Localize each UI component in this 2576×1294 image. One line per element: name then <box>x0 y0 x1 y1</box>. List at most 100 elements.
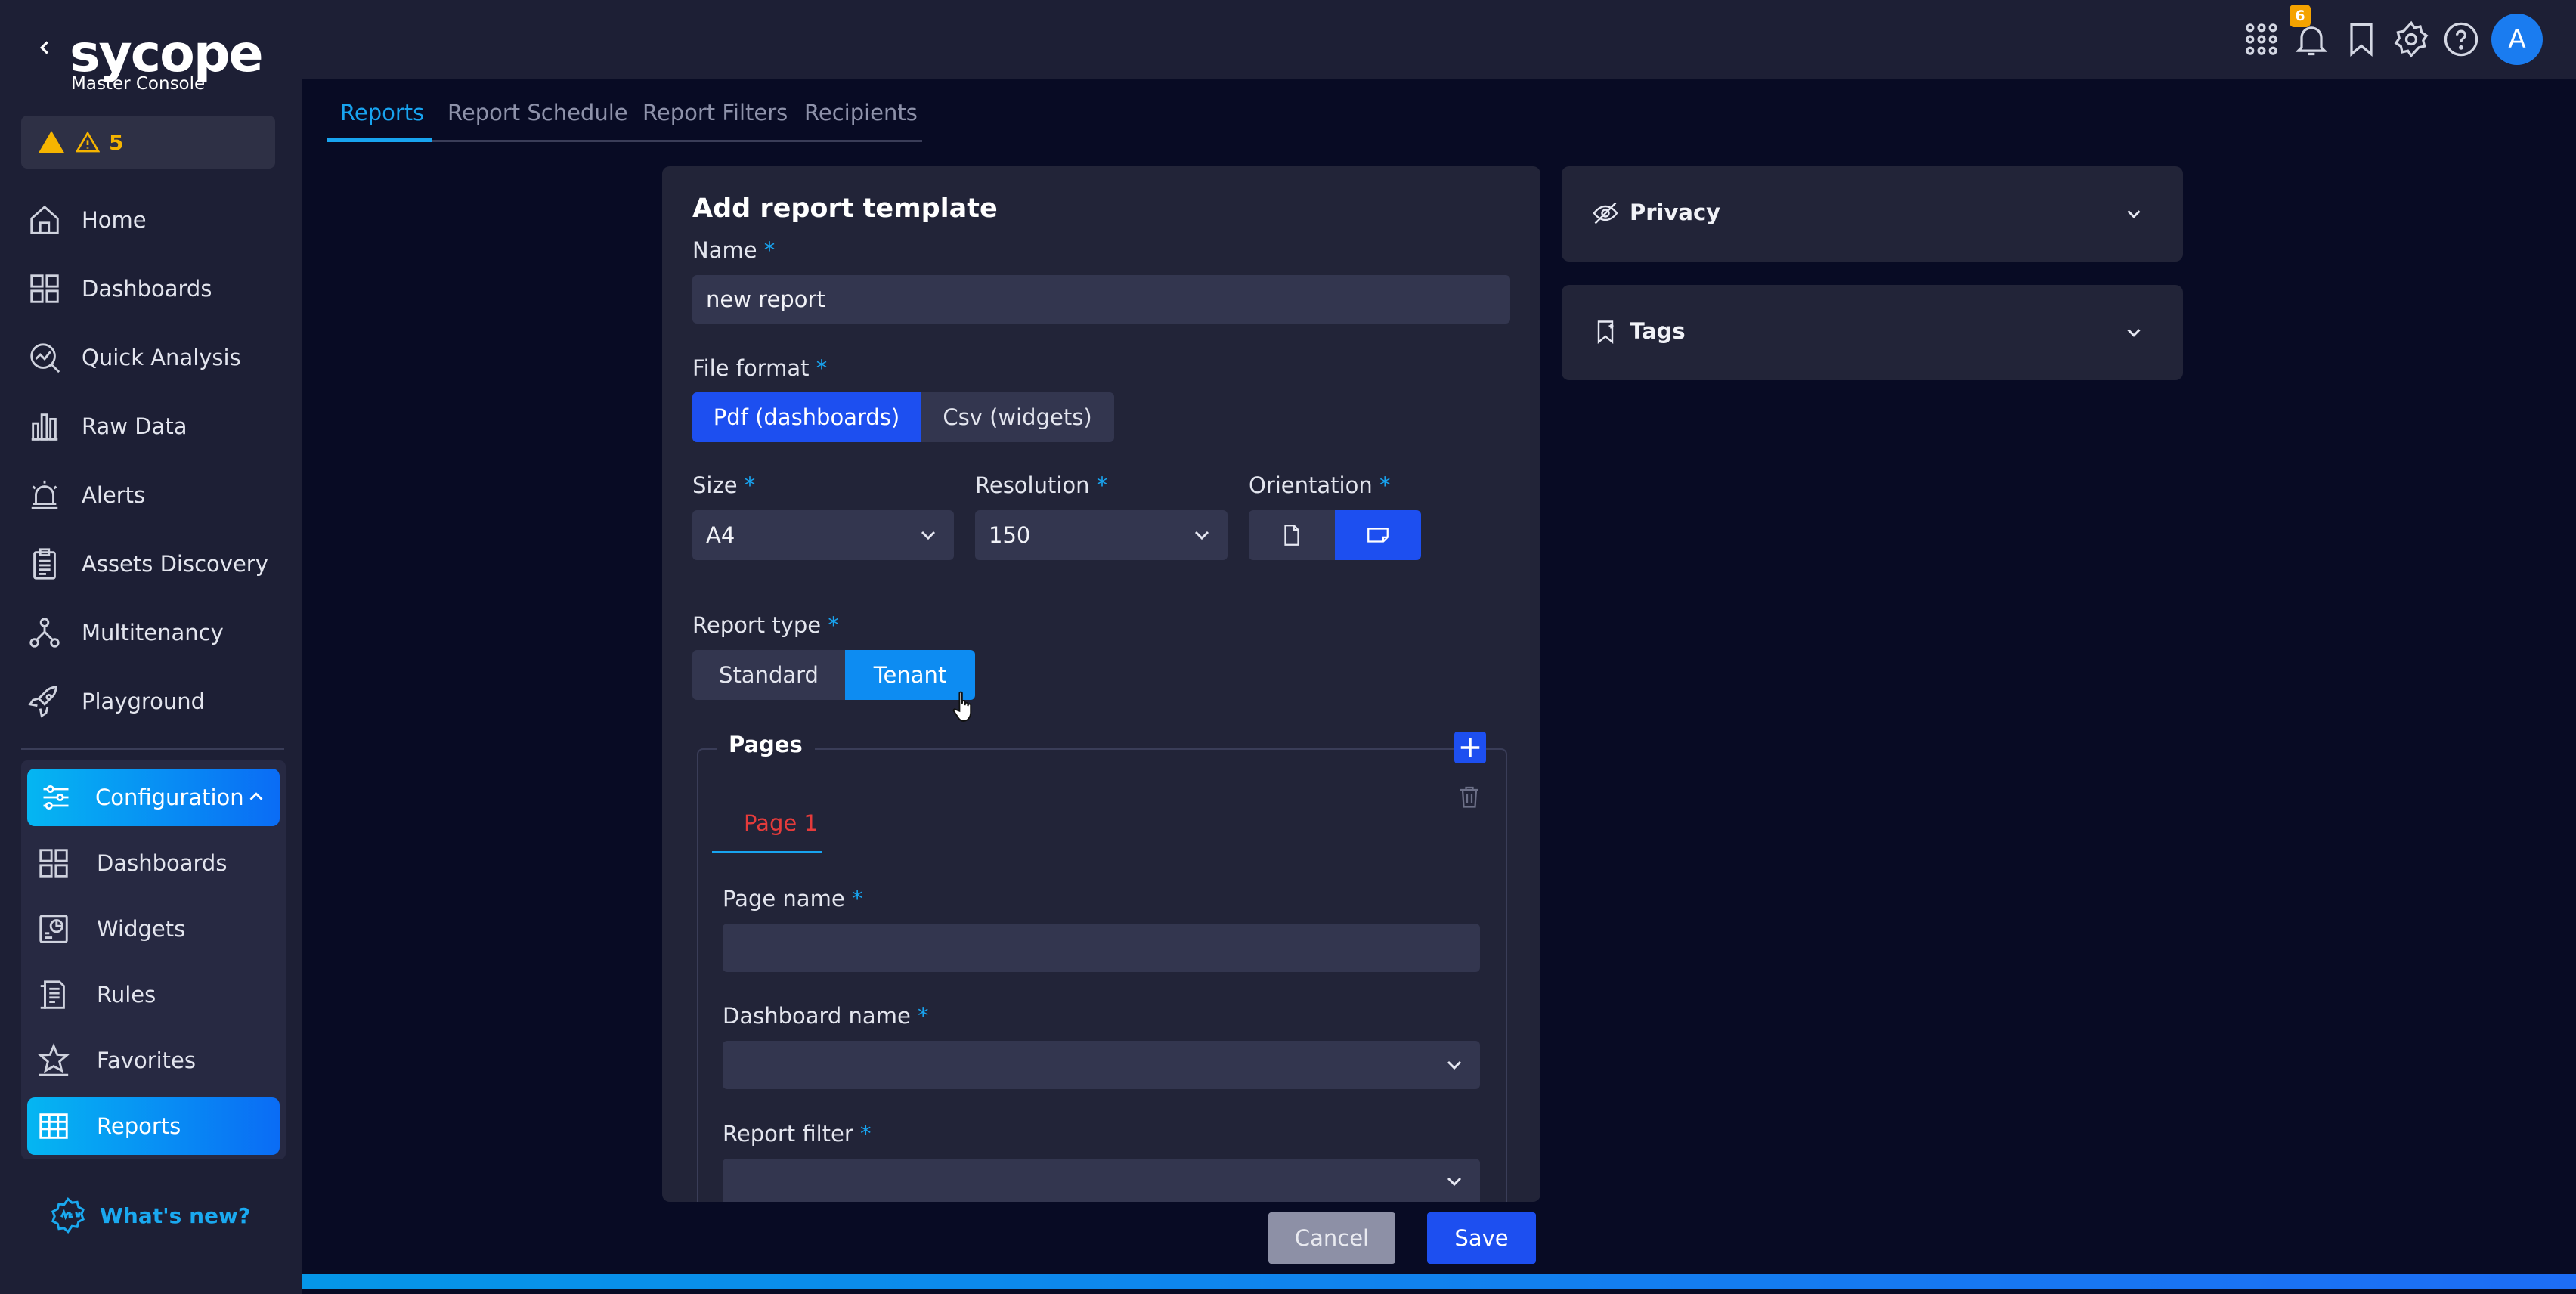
tags-panel[interactable]: Tags <box>1562 285 2183 380</box>
chevron-down-icon <box>2122 321 2145 344</box>
chevron-down-icon <box>916 523 940 547</box>
tab-recipients[interactable]: Recipients <box>804 100 918 125</box>
page-name-input[interactable] <box>723 924 1480 972</box>
sidebar-item-label: Dashboards <box>97 850 228 876</box>
sidebar-item-label: Widgets <box>97 916 186 942</box>
alerts-summary[interactable]: 5 <box>21 116 275 169</box>
delete-page-button[interactable] <box>1456 783 1483 810</box>
brand: sycope Master Console <box>33 24 275 101</box>
tags-title: Tags <box>1630 318 1686 344</box>
sidebar-item-alerts[interactable]: Alerts <box>27 465 284 525</box>
home-icon <box>27 203 62 237</box>
sidebar-item-label: Playground <box>82 689 206 714</box>
orientation-portrait[interactable] <box>1249 510 1335 560</box>
raw-data-icon <box>27 409 62 444</box>
sidebar-item-multitenancy[interactable]: Multitenancy <box>27 602 284 663</box>
sidebar-item-label: Home <box>82 207 147 233</box>
sidebar-item-home[interactable]: Home <box>27 190 284 250</box>
help-icon[interactable] <box>2441 20 2481 59</box>
report-type-label: Report type * <box>692 612 839 638</box>
badge-new-icon <box>51 1197 85 1234</box>
widgets-icon <box>36 912 71 946</box>
page-name-label: Page name * <box>723 886 863 912</box>
sidebar: sycope Master Console 5 Home Dashboards … <box>0 0 302 1294</box>
quick-analysis-icon <box>27 340 62 375</box>
notification-badge: 6 <box>2290 5 2311 27</box>
sidebar-item-playground[interactable]: Playground <box>27 671 284 732</box>
sidebar-item-dashboards[interactable]: Dashboards <box>27 258 284 319</box>
top-bar <box>302 0 2576 79</box>
form-title: Add report template <box>692 193 998 224</box>
warning-icon <box>38 131 65 153</box>
clipboard-icon <box>27 546 62 581</box>
chevron-down-icon <box>1442 1053 1466 1077</box>
name-label: Name * <box>692 237 776 263</box>
cancel-button[interactable]: Cancel <box>1268 1212 1395 1264</box>
privacy-title: Privacy <box>1630 200 1721 225</box>
sidebar-item-label: Quick Analysis <box>82 345 241 370</box>
sidebar-item-label: Dashboards <box>82 276 212 302</box>
apps-grid-icon[interactable] <box>2242 20 2281 59</box>
size-value: A4 <box>706 522 735 548</box>
table-icon <box>36 1109 71 1144</box>
tag-bookmark-icon <box>1592 318 1619 345</box>
star-icon <box>36 1043 71 1078</box>
rules-icon <box>36 977 71 1012</box>
whats-new-link[interactable]: What's new? <box>48 1196 250 1235</box>
sidebar-item-label: Alerts <box>82 482 146 508</box>
sidebar-item-raw-data[interactable]: Raw Data <box>27 396 284 457</box>
alert-count: 5 <box>109 129 124 155</box>
sidebar-subitem-favorites[interactable]: Favorites <box>27 1032 280 1089</box>
sidebar-item-quick-analysis[interactable]: Quick Analysis <box>27 327 284 388</box>
report-filter-select[interactable] <box>723 1159 1480 1202</box>
sidebar-item-label: Rules <box>97 982 156 1008</box>
file-format-csv[interactable]: Csv (widgets) <box>921 392 1114 442</box>
report-type-standard[interactable]: Standard <box>692 650 845 700</box>
avatar[interactable]: A <box>2491 14 2543 65</box>
tab-report-schedule[interactable]: Report Schedule <box>447 100 628 125</box>
resolution-value: 150 <box>989 522 1031 548</box>
sidebar-item-label: Reports <box>97 1113 181 1139</box>
privacy-panel[interactable]: Privacy <box>1562 166 2183 262</box>
sidebar-item-assets-discovery[interactable]: Assets Discovery <box>27 534 284 594</box>
chevron-down-icon <box>1442 1169 1466 1193</box>
warning-outline-icon <box>76 131 100 153</box>
landscape-page-icon <box>1367 528 1389 543</box>
save-button[interactable]: Save <box>1427 1212 1536 1264</box>
eye-off-icon <box>1592 200 1619 227</box>
gear-icon[interactable] <box>2392 20 2431 59</box>
tab-reports[interactable]: Reports <box>340 100 424 125</box>
chevron-left-icon <box>39 41 48 54</box>
file-format-pdf[interactable]: Pdf (dashboards) <box>692 392 921 442</box>
sidebar-item-label: Assets Discovery <box>82 551 268 577</box>
sidebar-item-label: Favorites <box>97 1048 196 1073</box>
tab-report-filters[interactable]: Report Filters <box>642 100 788 125</box>
add-page-button[interactable] <box>1454 732 1486 763</box>
chevron-down-icon <box>1190 523 1214 547</box>
sidebar-subitem-dashboards[interactable]: Dashboards <box>27 834 280 892</box>
multitenancy-icon <box>27 615 62 650</box>
orientation-landscape[interactable] <box>1335 510 1421 560</box>
dashboard-name-select[interactable] <box>723 1041 1480 1089</box>
sidebar-item-label: Raw Data <box>82 413 187 439</box>
hand-cursor-icon <box>952 691 972 722</box>
sidebar-item-configuration[interactable]: Configuration <box>27 769 280 826</box>
footer-accent-bar <box>302 1274 2576 1289</box>
resolution-label: Resolution * <box>975 472 1108 498</box>
siren-icon <box>27 478 62 512</box>
pages-label: Pages <box>717 732 815 757</box>
name-value: new report <box>706 286 825 312</box>
page-tab-indicator <box>712 851 822 853</box>
sidebar-subitem-rules[interactable]: Rules <box>27 966 280 1023</box>
page-tab-1[interactable]: Page 1 <box>744 810 818 836</box>
name-input[interactable]: new report <box>692 275 1510 324</box>
dashboards-icon <box>27 271 62 306</box>
back-button[interactable] <box>33 36 60 82</box>
sidebar-subitem-reports[interactable]: Reports <box>27 1097 280 1155</box>
orientation-label: Orientation * <box>1249 472 1391 498</box>
size-select[interactable]: A4 <box>692 510 954 560</box>
sidebar-subitem-widgets[interactable]: Widgets <box>27 900 280 958</box>
bookmark-icon[interactable] <box>2342 20 2381 59</box>
active-tab-indicator <box>327 138 432 142</box>
resolution-select[interactable]: 150 <box>975 510 1228 560</box>
